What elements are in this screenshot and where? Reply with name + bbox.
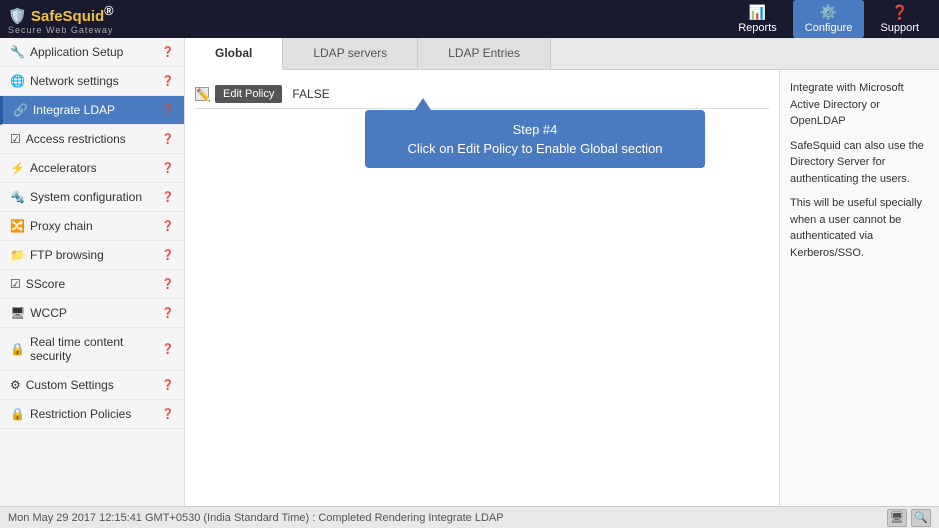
sidebar-item-label: Real time content security [30,335,157,363]
main-layout: 🔧 Application Setup ❓ 🌐 Network settings… [0,38,939,506]
right-panel-p3: This will be useful specially when a use… [790,195,929,261]
sidebar-item-integrate-ldap[interactable]: 🔗 Integrate LDAP ❓ [0,96,184,125]
support-icon: ❓ [891,4,908,21]
tooltip-text: Click on Edit Policy to Enable Global se… [383,141,687,156]
status-icons: 🖥 🔍 [887,509,931,527]
main-content: ✏️ Edit Policy FALSE Step #4 Click on Ed… [185,70,939,506]
accelerators-icon: ⚡ [10,161,25,175]
sidebar-item-ftp[interactable]: 📁 FTP browsing ❓ [0,241,184,270]
reports-label: Reports [738,22,777,34]
sidebar-item-app-setup[interactable]: 🔧 Application Setup ❓ [0,38,184,67]
nav-buttons: 📊 Reports ⚙️ Configure ❓ Support [726,0,931,38]
tooltip-box: Step #4 Click on Edit Policy to Enable G… [365,110,705,168]
sidebar-item-restriction[interactable]: 🔒 Restriction Policies ❓ [0,400,184,429]
right-panel-p2: SafeSquid can also use the Directory Ser… [790,138,929,188]
wccp-icon: 🖥 [10,306,25,320]
policy-row: ✏️ Edit Policy FALSE [195,80,769,109]
status-icon-search[interactable]: 🔍 [911,509,931,527]
realtime-icon: 🔒 [10,342,25,356]
sidebar-item-access[interactable]: ☑ Access restrictions ❓ [0,125,184,154]
policy-checkbox[interactable]: ✏️ [195,87,209,101]
help-icon[interactable]: ❓ [162,192,174,203]
sidebar-item-label: Access restrictions [26,132,126,146]
help-icon[interactable]: ❓ [162,380,174,391]
logo: 🛡️ SafeSquid® Secure Web Gateway [8,4,113,35]
reports-icon: 📊 [749,4,766,21]
access-icon: ☑ [10,132,21,146]
tab-ldap-entries[interactable]: LDAP Entries [418,38,551,69]
help-icon[interactable]: ❓ [162,163,174,174]
tabs: Global LDAP servers LDAP Entries [185,38,939,70]
policy-value: FALSE [292,87,329,101]
help-icon[interactable]: ❓ [162,250,174,261]
proxy-icon: 🔀 [10,219,25,233]
sidebar-item-label: Restriction Policies [30,407,131,421]
status-icon-monitor[interactable]: 🖥 [887,509,907,527]
sidebar-item-wccp[interactable]: 🖥 WCCP ❓ [0,299,184,328]
center-panel: ✏️ Edit Policy FALSE Step #4 Click on Ed… [185,70,779,506]
network-icon: 🌐 [10,74,25,88]
custom-icon: ⚙ [10,378,21,392]
help-icon[interactable]: ❓ [162,105,174,116]
help-icon[interactable]: ❓ [162,409,174,420]
sidebar-item-label: Network settings [30,74,119,88]
sidebar-item-label: System configuration [30,190,142,204]
logo-area: 🛡️ SafeSquid® Secure Web Gateway [8,4,726,35]
sidebar-item-label: WCCP [30,306,67,320]
ftp-icon: 📁 [10,248,25,262]
sidebar-item-label: SScore [26,277,65,291]
status-text: Mon May 29 2017 12:15:41 GMT+0530 (India… [8,512,504,524]
sidebar-item-label: FTP browsing [30,248,104,262]
sidebar-item-proxy-chain[interactable]: 🔀 Proxy chain ❓ [0,212,184,241]
restriction-icon: 🔒 [10,407,25,421]
sidebar-item-label: Custom Settings [26,378,114,392]
help-icon[interactable]: ❓ [162,344,174,355]
help-icon[interactable]: ❓ [162,279,174,290]
support-button[interactable]: ❓ Support [868,0,931,38]
configure-icon: ⚙️ [820,4,837,21]
tab-global[interactable]: Global [185,38,283,70]
sidebar-item-custom[interactable]: ⚙ Custom Settings ❓ [0,371,184,400]
ldap-icon: 🔗 [13,103,28,117]
right-panel-p1: Integrate with Microsoft Active Director… [790,80,929,130]
sidebar-item-network[interactable]: 🌐 Network settings ❓ [0,67,184,96]
sidebar-item-accelerators[interactable]: ⚡ Accelerators ❓ [0,154,184,183]
tab-ldap-servers[interactable]: LDAP servers [283,38,418,69]
help-icon[interactable]: ❓ [162,134,174,145]
help-icon[interactable]: ❓ [162,47,174,58]
reports-button[interactable]: 📊 Reports [726,0,789,38]
help-icon[interactable]: ❓ [162,76,174,87]
sidebar-item-label: Integrate LDAP [33,103,115,117]
support-label: Support [880,22,919,34]
help-icon[interactable]: ❓ [162,308,174,319]
content-area: Global LDAP servers LDAP Entries ✏️ Edit… [185,38,939,506]
right-panel: Integrate with Microsoft Active Director… [779,70,939,506]
sidebar-item-sscore[interactable]: ☑ SScore ❓ [0,270,184,299]
logo-sub: Secure Web Gateway [8,25,113,35]
sidebar-item-label: Proxy chain [30,219,93,233]
status-bar: Mon May 29 2017 12:15:41 GMT+0530 (India… [0,506,939,528]
logo-name: SafeSquid [31,8,104,25]
sidebar-item-sysconfig[interactable]: 🔩 System configuration ❓ [0,183,184,212]
sidebar-item-realtime[interactable]: 🔒 Real time content security ❓ [0,328,184,371]
sidebar-item-label: Accelerators [30,161,97,175]
help-icon[interactable]: ❓ [162,221,174,232]
configure-button[interactable]: ⚙️ Configure [793,0,865,38]
edit-policy-button[interactable]: Edit Policy [215,85,282,103]
header: 🛡️ SafeSquid® Secure Web Gateway 📊 Repor… [0,0,939,38]
sysconfig-icon: 🔩 [10,190,25,204]
sidebar: 🔧 Application Setup ❓ 🌐 Network settings… [0,38,185,506]
tooltip-step: Step #4 [383,122,687,137]
app-setup-icon: 🔧 [10,45,25,59]
sidebar-item-label: Application Setup [30,45,123,59]
configure-label: Configure [805,22,853,34]
sscore-icon: ☑ [10,277,21,291]
